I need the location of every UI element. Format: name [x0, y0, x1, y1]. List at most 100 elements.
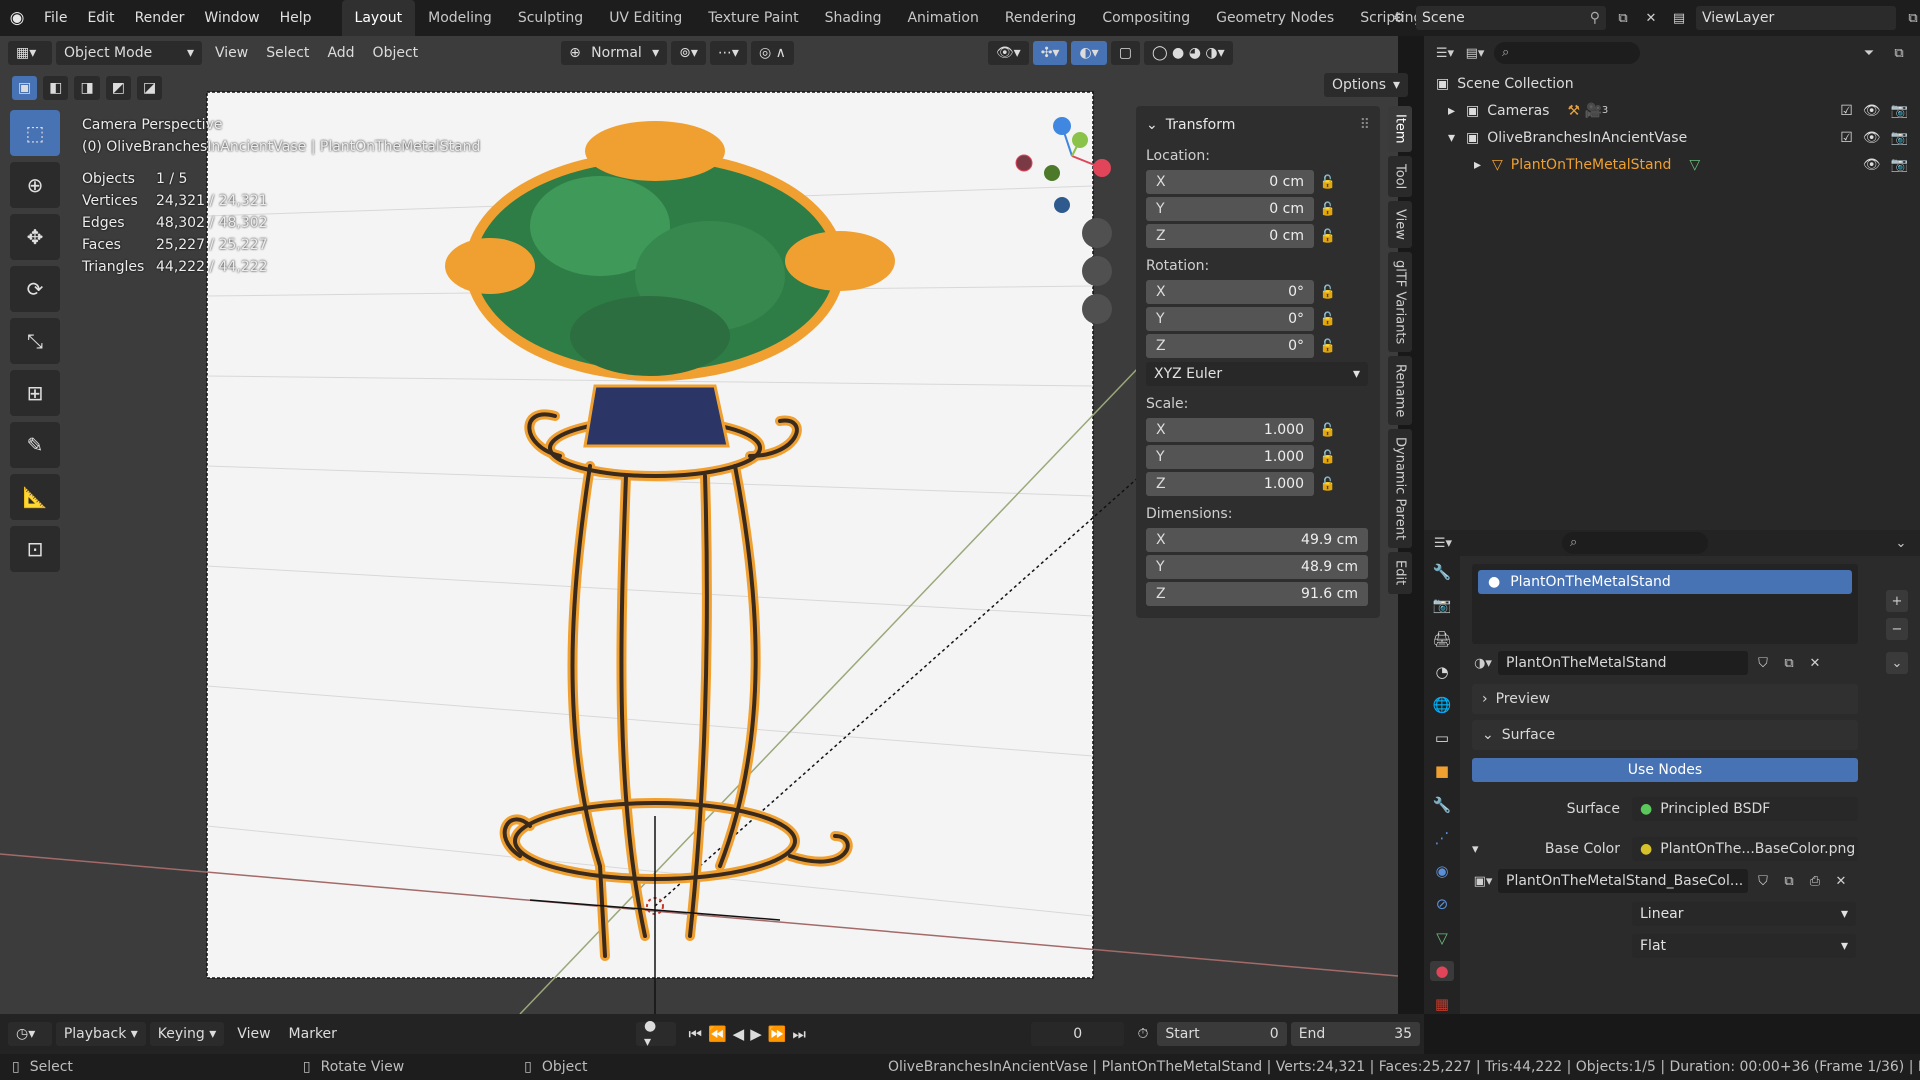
proportional-edit-icon[interactable]: ◎ ∧ [750, 41, 794, 65]
tab-item[interactable]: Item [1388, 106, 1412, 152]
display-mode-icon[interactable]: ▤▾ [1464, 42, 1486, 64]
tab-tool[interactable]: Tool [1388, 155, 1412, 197]
menu-view[interactable]: View [206, 41, 257, 65]
lock-icon[interactable]: 🔓 [1314, 202, 1342, 217]
open-image-icon[interactable]: ⎙ [1804, 870, 1826, 892]
eye-icon[interactable]: 👁 [1863, 130, 1881, 146]
unlink-icon[interactable]: ✕ [1804, 652, 1826, 674]
modifier-props-icon[interactable]: 🔧 [1430, 795, 1454, 815]
scale-z[interactable]: Z 1.000 🔓 [1146, 472, 1370, 496]
tab-geometry-nodes[interactable]: Geometry Nodes [1203, 0, 1347, 36]
add-slot-icon[interactable]: + [1886, 590, 1908, 612]
render-props-icon[interactable]: 📷 [1430, 595, 1454, 615]
remove-slot-icon[interactable]: − [1886, 618, 1908, 640]
location-z[interactable]: Z0 cm 🔓 [1146, 224, 1370, 248]
preview-panel-header[interactable]: › Preview [1472, 684, 1858, 714]
new-view-layer-icon[interactable]: ⧉ [1902, 7, 1920, 29]
expand-icon[interactable]: ▸ [1474, 157, 1492, 173]
eye-icon[interactable]: 👁 [1863, 157, 1881, 173]
select-new-icon[interactable]: ▣ [12, 76, 38, 100]
current-frame-field[interactable]: 0 [1030, 1022, 1125, 1046]
menu-window[interactable]: Window [194, 0, 269, 36]
record-icon[interactable]: ● ▾ [635, 1018, 676, 1050]
checkbox-icon[interactable]: ☑ [1840, 130, 1853, 146]
menu-playback[interactable]: Playback ▾ [55, 1022, 146, 1046]
collection-props-icon[interactable]: ▭ [1430, 728, 1454, 748]
lock-icon[interactable]: 🔓 [1314, 423, 1342, 438]
interpolation-select[interactable]: Linear ▾ [1632, 902, 1856, 926]
slot-menu-icon[interactable]: ⌄ [1886, 652, 1908, 674]
tab-compositing[interactable]: Compositing [1089, 0, 1203, 36]
menu-add[interactable]: Add [318, 41, 363, 65]
world-props-icon[interactable]: 🌐 [1430, 695, 1454, 715]
duplicate-icon[interactable]: ⧉ [1778, 652, 1800, 674]
tab-view[interactable]: View [1388, 200, 1412, 248]
drag-handle-icon[interactable]: ⠿ [1360, 117, 1370, 133]
select-intersect-icon[interactable]: ◪ [136, 76, 163, 100]
outliner-search[interactable]: ⌕ [1494, 42, 1640, 64]
delete-scene-icon[interactable]: ✕ [1640, 7, 1662, 29]
tab-sculpting[interactable]: Sculpting [505, 0, 596, 36]
tab-layout[interactable]: Layout [341, 0, 416, 36]
menu-select[interactable]: Select [257, 41, 318, 65]
select-box-icon[interactable]: ⬚ [10, 110, 60, 156]
menu-file[interactable]: File [34, 0, 77, 36]
select-mode-buttons[interactable]: ▣ ◧ ◨ ◩ ◪ [12, 76, 166, 100]
scene-collection-row[interactable]: ▣ Scene Collection [1436, 70, 1908, 97]
lock-icon[interactable]: 🔓 [1314, 450, 1342, 465]
particles-props-icon[interactable]: ⋰ [1430, 828, 1454, 848]
shading-modes[interactable]: ◯ ● ◕ ◑▾ [1143, 41, 1233, 65]
filter-icon[interactable]: ⏷ [1858, 42, 1880, 64]
dimension-z[interactable]: Z 91.6 cm [1146, 582, 1370, 606]
fake-user-icon[interactable]: ⛉ [1752, 652, 1774, 674]
properties-search[interactable]: ⌕ [1562, 532, 1708, 554]
menu-marker[interactable]: Marker [280, 1022, 346, 1046]
transform-orientation[interactable]: ⊕ Normal ▾ [561, 41, 668, 65]
chevron-down-icon[interactable]: ⌄ [1890, 532, 1912, 554]
xray-icon[interactable]: ▢ [1110, 41, 1140, 65]
tab-uv-editing[interactable]: UV Editing [596, 0, 695, 36]
measure-icon[interactable]: 📐 [10, 474, 60, 520]
select-subtract-icon[interactable]: ◨ [74, 76, 100, 100]
tab-gltf-variants[interactable]: glTF Variants [1388, 251, 1412, 353]
physics-props-icon[interactable]: ◉ [1430, 861, 1454, 881]
data-props-icon[interactable]: ▽ [1430, 927, 1454, 947]
tab-texture-paint[interactable]: Texture Paint [695, 0, 811, 36]
scene-selector[interactable]: Scene ⚲ [1416, 6, 1606, 30]
material-browse-icon[interactable]: ◑▾ [1472, 652, 1494, 674]
move-icon[interactable]: ✥ [10, 214, 60, 260]
use-nodes-button[interactable]: Use Nodes [1472, 758, 1858, 782]
scale-x[interactable]: X 1.000 🔓 [1146, 418, 1370, 442]
tab-dynamic-parent[interactable]: Dynamic Parent [1388, 429, 1412, 549]
constraints-props-icon[interactable]: ⊘ [1430, 894, 1454, 914]
cursor-icon[interactable]: ⊕ [10, 162, 60, 208]
tab-rendering[interactable]: Rendering [992, 0, 1090, 36]
rotation-x[interactable]: X 0° 🔓 [1146, 280, 1370, 304]
new-scene-icon[interactable]: ⧉ [1612, 7, 1634, 29]
editor-type-icon[interactable]: ◷▾ [8, 1022, 52, 1046]
base-color-field[interactable]: ● PlantOnThe...BaseColor.png [1632, 837, 1858, 861]
menu-edit[interactable]: Edit [77, 0, 124, 36]
projection-select[interactable]: Flat ▾ [1632, 934, 1856, 958]
tab-modeling[interactable]: Modeling [415, 0, 505, 36]
expand-icon[interactable]: ▸ [1448, 103, 1466, 119]
camera-icon[interactable]: 📷 [1891, 103, 1908, 119]
surface-shader-field[interactable]: ● Principled BSDF [1632, 797, 1858, 821]
texture-props-icon[interactable]: ▦ [1430, 994, 1454, 1014]
outliner-row-plant[interactable]: ▸ ▽ PlantOnTheMetalStand ▽ 👁 📷 [1436, 151, 1908, 178]
chevron-down-icon[interactable]: ▾ [1472, 842, 1496, 857]
overlay-toggle-icon[interactable]: ◐▾ [1071, 41, 1107, 65]
editor-type-icon[interactable]: ☰▾ [1434, 42, 1456, 64]
add-cube-icon[interactable]: ⊡ [10, 526, 60, 572]
pivot-icon[interactable]: ⊚▾ [671, 41, 706, 65]
expand-icon[interactable]: ▾ [1448, 130, 1466, 146]
tab-animation[interactable]: Animation [894, 0, 991, 36]
blender-logo-icon[interactable]: ◉ [0, 0, 34, 36]
rotation-z[interactable]: Z 0° 🔓 [1146, 334, 1370, 358]
output-props-icon[interactable]: 🖨 [1430, 628, 1454, 648]
lock-icon[interactable]: 🔓 [1314, 312, 1342, 327]
fake-user-icon[interactable]: ⛉ [1752, 870, 1774, 892]
annotate-icon[interactable]: ✎ [10, 422, 60, 468]
end-frame-field[interactable]: End 35 [1290, 1022, 1421, 1046]
eye-icon[interactable]: 👁 [1863, 103, 1881, 119]
